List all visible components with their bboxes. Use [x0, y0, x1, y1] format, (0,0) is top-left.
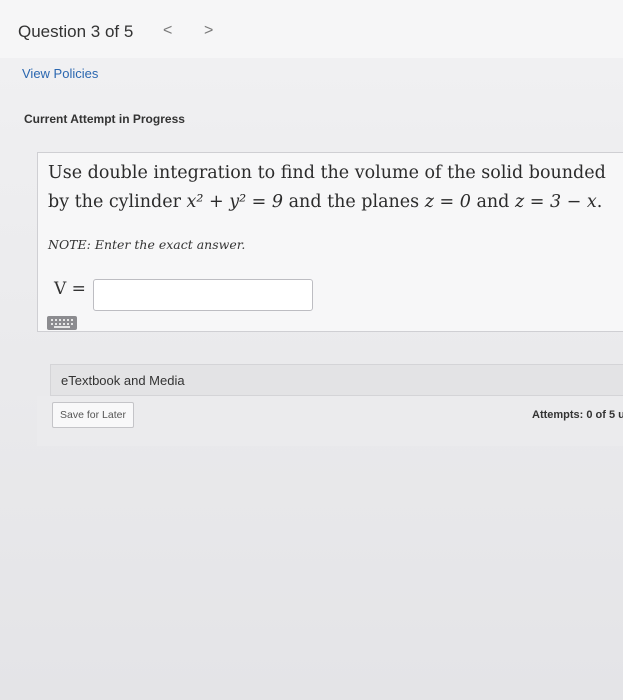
- question-line-2-prefix: by the cylinder: [48, 192, 181, 212]
- attempts-counter: Attempts: 0 of 5 u: [532, 409, 623, 421]
- question-text: Use double integration to find the volum…: [48, 159, 618, 217]
- cylinder-equation: x² + y² = 9: [186, 192, 284, 212]
- question-line-1: Use double integration to find the volum…: [48, 163, 606, 183]
- previous-question-button[interactable]: <: [163, 22, 172, 40]
- answer-note: NOTE: Enter the exact answer.: [48, 237, 246, 252]
- plane-equation-2: z = 3 − x: [514, 192, 597, 212]
- view-policies-link[interactable]: View Policies: [22, 66, 98, 81]
- attempt-status: Current Attempt in Progress: [24, 112, 185, 126]
- etextbook-media-label: eTextbook and Media: [61, 373, 185, 388]
- question-header: Question 3 of 5 < >: [0, 0, 623, 58]
- plane-equation-1: z = 0: [424, 192, 471, 212]
- next-question-button[interactable]: >: [204, 22, 213, 40]
- answer-variable-label: V =: [54, 279, 86, 299]
- question-line-2-mid: and the planes: [288, 192, 420, 212]
- answer-input[interactable]: [93, 279, 313, 311]
- sentence-period: .: [596, 192, 603, 212]
- save-for-later-button[interactable]: Save for Later: [52, 402, 134, 428]
- question-counter: Question 3 of 5: [18, 22, 134, 41]
- conjunction: and: [476, 192, 510, 212]
- keypad-icon[interactable]: [47, 316, 77, 330]
- question-card: Use double integration to find the volum…: [37, 152, 623, 332]
- etextbook-media-bar[interactable]: eTextbook and Media: [50, 364, 623, 396]
